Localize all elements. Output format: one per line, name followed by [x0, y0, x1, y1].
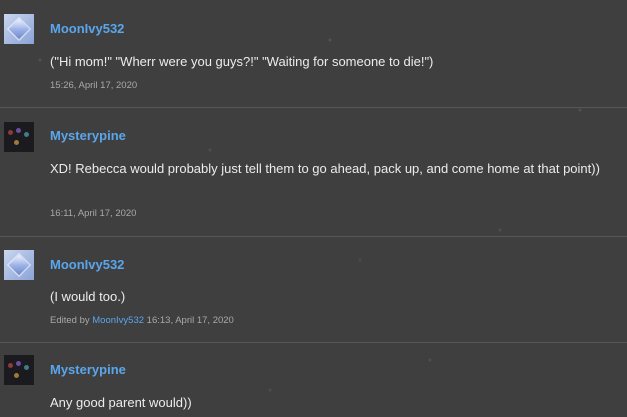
- post-message: ("Hi mom!" "Wherr were you guys?!" "Wait…: [50, 54, 434, 69]
- diamond-avatar-icon[interactable]: [4, 14, 34, 44]
- post-message: Any good parent would)): [50, 395, 192, 410]
- pine-avatar-icon[interactable]: [4, 355, 34, 385]
- post-message: (I would too.): [50, 289, 126, 304]
- post-edit-info: Edited by MoonIvy532 16:13, April 17, 20…: [50, 315, 234, 326]
- post-timestamp: 16:11, April 17, 2020: [50, 208, 137, 219]
- edited-by-user-link[interactable]: MoonIvy532: [92, 315, 144, 326]
- post-timestamp: 16:13, April 17, 2020: [146, 315, 234, 326]
- post-message: XD! Rebecca would probably just tell the…: [50, 161, 600, 176]
- pine-avatar-icon[interactable]: [4, 122, 34, 152]
- edited-by-prefix: Edited by: [50, 315, 90, 326]
- post-username[interactable]: Mysterypine: [50, 362, 126, 377]
- message-post: Mysterypine Any good parent would)): [0, 342, 627, 417]
- message-post: Mysterypine XD! Rebecca would probably j…: [0, 107, 627, 236]
- post-username[interactable]: MoonIvy532: [50, 257, 124, 272]
- message-post: MoonIvy532 (I would too.) Edited by Moon…: [0, 236, 627, 342]
- post-timestamp: 15:26, April 17, 2020: [50, 80, 138, 91]
- post-username[interactable]: MoonIvy532: [50, 21, 124, 36]
- post-username[interactable]: Mysterypine: [50, 128, 126, 143]
- message-post: MoonIvy532 ("Hi mom!" "Wherr were you gu…: [0, 0, 627, 107]
- diamond-avatar-icon[interactable]: [4, 250, 34, 280]
